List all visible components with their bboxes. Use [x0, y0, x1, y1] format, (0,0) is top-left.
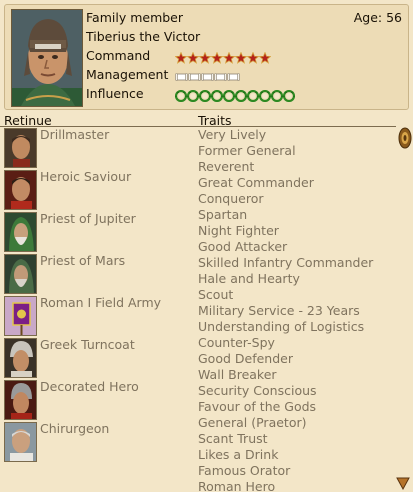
star-icon	[258, 51, 271, 64]
stat-label: Influence	[86, 86, 144, 101]
star-icon	[198, 51, 211, 64]
retinue-item-label: Roman I Field Army	[40, 295, 162, 310]
trait-item[interactable]: Security Conscious	[198, 383, 388, 399]
retinue-item-label: Decorated Hero	[40, 379, 139, 394]
scroll-icon	[175, 72, 188, 81]
priest-jupiter-portrait[interactable]	[4, 212, 37, 252]
management-pips	[175, 66, 240, 85]
retinue-item[interactable]: Decorated Hero	[4, 379, 194, 421]
trait-item[interactable]: Skilled Infantry Commander	[198, 255, 388, 271]
heroic-saviour-portrait[interactable]	[4, 170, 37, 210]
character-age: Age: 56	[353, 10, 402, 25]
character-info: Family member Age: 56 Tiberius the Victo…	[86, 8, 402, 103]
laurel-icon	[270, 89, 283, 102]
trait-item[interactable]: Counter-Spy	[198, 335, 388, 351]
trait-item[interactable]: Scout	[198, 287, 388, 303]
retinue-item-label: Heroic Saviour	[40, 169, 132, 184]
star-icon	[222, 51, 235, 64]
character-name-row: Tiberius the Victor	[86, 27, 402, 46]
trait-item[interactable]: Great Commander	[198, 175, 388, 191]
star-icon	[246, 51, 259, 64]
trait-item[interactable]: Conqueror	[198, 191, 388, 207]
greek-turncoat-portrait[interactable]	[4, 338, 37, 378]
character-header: Family member Age: 56 Tiberius the Victo…	[4, 4, 409, 110]
retinue-item-label: Priest of Mars	[40, 253, 126, 268]
command-pips	[174, 47, 271, 66]
scroll-down-arrow-icon[interactable]	[396, 476, 410, 492]
trait-item[interactable]: General (Praetor)	[198, 415, 388, 431]
decorated-hero-portrait[interactable]	[4, 380, 37, 420]
influence-pips	[174, 85, 295, 104]
retinue-item-label: Chirurgeon	[40, 421, 110, 436]
trait-item[interactable]: Likes a Drink	[198, 447, 388, 463]
retinue-item[interactable]: Chirurgeon	[4, 421, 194, 463]
trait-item[interactable]: Night Fighter	[198, 223, 388, 239]
stat-influence: Influence	[86, 84, 402, 103]
trait-item[interactable]: Reverent	[198, 159, 388, 175]
scroll-icon	[214, 72, 227, 81]
retinue-item-label: Priest of Jupiter	[40, 211, 136, 226]
field-army-standard-icon[interactable]	[4, 296, 37, 336]
scroll-icon	[201, 72, 214, 81]
retinue-item[interactable]: Heroic Saviour	[4, 169, 194, 211]
traits-list: Very Lively Former General Reverent Great C…	[198, 127, 388, 492]
role-row: Family member Age: 56	[86, 8, 402, 27]
trait-item[interactable]: Wall Breaker	[198, 367, 388, 383]
chirurgeon-portrait[interactable]	[4, 422, 37, 462]
trait-item[interactable]: Understanding of Logistics	[198, 319, 388, 335]
scroll-thumb[interactable]	[398, 127, 412, 152]
retinue-item[interactable]: Greek Turncoat	[4, 337, 194, 379]
trait-item[interactable]: Hale and Hearty	[198, 271, 388, 287]
scroll-icon	[188, 72, 201, 81]
stat-label: Management	[86, 67, 169, 82]
retinue-list: Drillmaster Heroic Saviour Priest of Jupit…	[4, 127, 194, 463]
retinue-item[interactable]: Drillmaster	[4, 127, 194, 169]
trait-item[interactable]: Spartan	[198, 207, 388, 223]
trait-item[interactable]: Military Service - 23 Years	[198, 303, 388, 319]
retinue-item-label: Drillmaster	[40, 127, 110, 142]
character-portrait	[11, 9, 83, 107]
retinue-item[interactable]: Priest of Mars	[4, 253, 194, 295]
retinue-item-label: Greek Turncoat	[40, 337, 135, 352]
laurel-icon	[246, 89, 259, 102]
star-icon	[186, 51, 199, 64]
trait-item[interactable]: Good Defender	[198, 351, 388, 367]
character-name: Tiberius the Victor	[86, 29, 201, 44]
laurel-icon	[186, 89, 199, 102]
trait-item[interactable]: Scant Trust	[198, 431, 388, 447]
trait-item[interactable]: Favour of the Gods	[198, 399, 388, 415]
character-role: Family member	[86, 10, 184, 25]
drillmaster-portrait[interactable]	[4, 128, 37, 168]
star-icon	[234, 51, 247, 64]
retinue-item[interactable]: Priest of Jupiter	[4, 211, 194, 253]
trait-item[interactable]: Very Lively	[198, 127, 388, 143]
trait-item[interactable]: Famous Orator	[198, 463, 388, 479]
laurel-icon	[234, 89, 247, 102]
stat-label: Command	[86, 48, 151, 63]
scroll-icon	[227, 72, 240, 81]
star-icon	[210, 51, 223, 64]
laurel-icon	[198, 89, 211, 102]
laurel-icon	[222, 89, 235, 102]
stat-command: Command	[86, 46, 402, 65]
star-icon	[174, 51, 187, 64]
laurel-icon	[282, 89, 295, 102]
laurel-icon	[210, 89, 223, 102]
trait-item[interactable]: Roman Hero	[198, 479, 388, 492]
trait-item[interactable]: Good Attacker	[198, 239, 388, 255]
retinue-item[interactable]: Roman I Field Army	[4, 295, 194, 337]
stat-management: Management	[86, 65, 402, 84]
laurel-icon	[174, 89, 187, 102]
laurel-icon	[258, 89, 271, 102]
priest-mars-portrait[interactable]	[4, 254, 37, 294]
trait-item[interactable]: Former General	[198, 143, 388, 159]
